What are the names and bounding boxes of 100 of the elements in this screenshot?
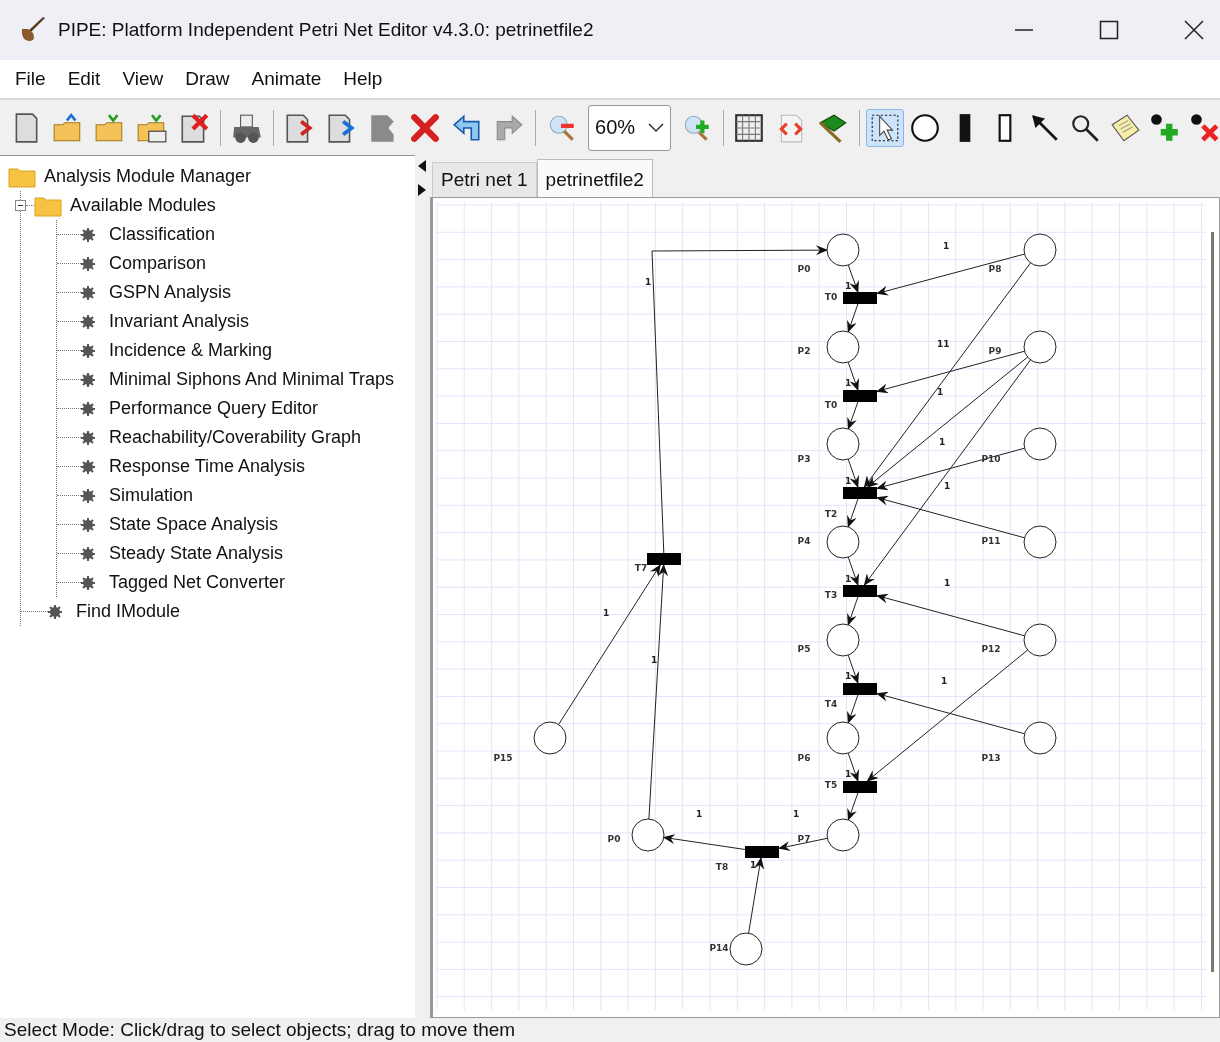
- bullet-icon: [48, 604, 62, 619]
- tab[interactable]: petrinetfile2: [536, 159, 653, 197]
- tree-item[interactable]: Performance Query Editor: [109, 398, 319, 419]
- transition-label: T2: [824, 509, 838, 519]
- bullet-icon: [81, 401, 95, 416]
- folder-save-icon[interactable]: [136, 111, 168, 144]
- tree-item[interactable]: Analysis Module Manager: [44, 166, 252, 187]
- tree-item[interactable]: Steady State Analysis: [109, 543, 284, 564]
- arc-weight: 1: [943, 241, 950, 251]
- bullet-icon: [81, 256, 95, 271]
- arc-arrow[interactable]: [662, 834, 746, 850]
- place-circle[interactable]: [729, 932, 763, 966]
- arc-arrow[interactable]: [847, 596, 859, 626]
- add-token-icon: [1149, 111, 1181, 144]
- place-circle[interactable]: [826, 525, 860, 559]
- arc-arrow[interactable]: [847, 752, 859, 782]
- menu-item[interactable]: File: [15, 68, 46, 90]
- close-icon[interactable]: [1184, 20, 1204, 40]
- arrow-right-icon[interactable]: [417, 184, 426, 196]
- place-label: P3: [797, 454, 811, 464]
- folder-icon: [34, 194, 62, 217]
- bullet-icon: [81, 575, 95, 590]
- tab[interactable]: Petri net 1: [432, 162, 537, 197]
- place-circle[interactable]: [826, 330, 860, 364]
- tree-item[interactable]: GSPN Analysis: [109, 282, 232, 303]
- arc-arrow[interactable]: [863, 262, 1031, 488]
- transition-label: T4: [824, 699, 838, 709]
- place-circle[interactable]: [1023, 623, 1057, 657]
- mode-tool-button[interactable]: [866, 108, 904, 147]
- arc-arrow[interactable]: [847, 303, 859, 333]
- tree-item[interactable]: Comparison: [109, 253, 207, 274]
- close-document-icon[interactable]: [178, 111, 210, 144]
- tree-item[interactable]: Tagged Net Converter: [109, 572, 286, 593]
- arc-weight: 1: [750, 860, 757, 870]
- arc-arrow[interactable]: [847, 264, 859, 293]
- place-circle[interactable]: [1023, 721, 1057, 755]
- menu-item[interactable]: Help: [343, 68, 383, 90]
- arc-arrow[interactable]: [876, 691, 1026, 735]
- place-circle[interactable]: [533, 721, 567, 755]
- place-circle[interactable]: [1023, 427, 1057, 461]
- place-circle[interactable]: [826, 427, 860, 461]
- tree-item[interactable]: Simulation: [109, 485, 194, 506]
- arc-arrow[interactable]: [876, 447, 1026, 491]
- arc-arrow[interactable]: [847, 792, 859, 821]
- place-label: P0: [797, 264, 811, 274]
- arc-arrow[interactable]: [778, 837, 828, 852]
- arc-weight: 1: [696, 809, 703, 819]
- menu-item[interactable]: Edit: [67, 68, 101, 90]
- arc-arrow[interactable]: [866, 356, 1029, 488]
- arc-arrow[interactable]: [847, 361, 859, 391]
- tree-item[interactable]: Response Time Analysis: [109, 456, 306, 477]
- arc-arrow[interactable]: [648, 564, 669, 820]
- tree-item[interactable]: Classification: [109, 224, 216, 245]
- place-label: P12: [981, 644, 1001, 654]
- collapse-icon[interactable]: [15, 200, 26, 211]
- place-label: P14: [709, 943, 729, 953]
- tree-item[interactable]: Invariant Analysis: [109, 311, 250, 332]
- arc-arrow[interactable]: [847, 694, 859, 724]
- arc-arrow[interactable]: [748, 857, 765, 934]
- arc-arrow[interactable]: [863, 359, 1031, 586]
- place-circle[interactable]: [1023, 330, 1057, 364]
- arc-weight: 1: [944, 578, 951, 588]
- delete-icon[interactable]: [409, 111, 442, 144]
- tree-item[interactable]: Minimal Siphons And Minimal Traps: [109, 369, 395, 390]
- place-circle[interactable]: [826, 623, 860, 657]
- tree-item[interactable]: Reachability/Coverability Graph: [109, 427, 362, 448]
- arc-arrow[interactable]: [876, 253, 1025, 296]
- menu-item[interactable]: Draw: [185, 68, 230, 90]
- tree-item[interactable]: Available Modules: [70, 195, 216, 216]
- arc-weight: 1: [845, 769, 852, 779]
- arc-arrow[interactable]: [847, 556, 859, 586]
- transition-label: T5: [824, 780, 838, 790]
- arc-weight: 1: [941, 676, 948, 686]
- bullet-icon: [81, 517, 95, 532]
- zoom-dropdown[interactable]: 60%: [588, 104, 671, 151]
- grid-icon[interactable]: [733, 111, 766, 144]
- place-circle[interactable]: [631, 818, 665, 852]
- place-label: P2: [797, 346, 811, 356]
- menu-item[interactable]: View: [122, 68, 164, 90]
- arc-weight: 1: [944, 481, 951, 491]
- arc-arrow[interactable]: [847, 458, 859, 488]
- place-circle[interactable]: [826, 818, 860, 852]
- place-circle[interactable]: [826, 721, 860, 755]
- arc-arrow[interactable]: [847, 401, 859, 430]
- place-circle[interactable]: [826, 233, 860, 267]
- place-circle[interactable]: [1023, 233, 1057, 267]
- place-circle[interactable]: [1023, 525, 1057, 559]
- tree-item[interactable]: Incidence & Marking: [109, 340, 273, 361]
- menu-item[interactable]: Animate: [251, 68, 322, 90]
- arrow-left-icon[interactable]: [417, 160, 426, 172]
- arc-weight: 11: [937, 339, 950, 349]
- arc-arrow[interactable]: [876, 495, 1026, 539]
- tree-item[interactable]: Find IModule: [76, 601, 181, 622]
- maximize-icon[interactable]: [1099, 20, 1119, 40]
- arc-arrow[interactable]: [847, 654, 859, 684]
- scrollbar-thumb[interactable]: [1211, 232, 1214, 972]
- arc-weight: 1: [939, 437, 946, 447]
- place-label: P7: [797, 834, 811, 844]
- arc-arrow[interactable]: [847, 498, 859, 528]
- tree-item[interactable]: State Space Analysis: [109, 514, 279, 535]
